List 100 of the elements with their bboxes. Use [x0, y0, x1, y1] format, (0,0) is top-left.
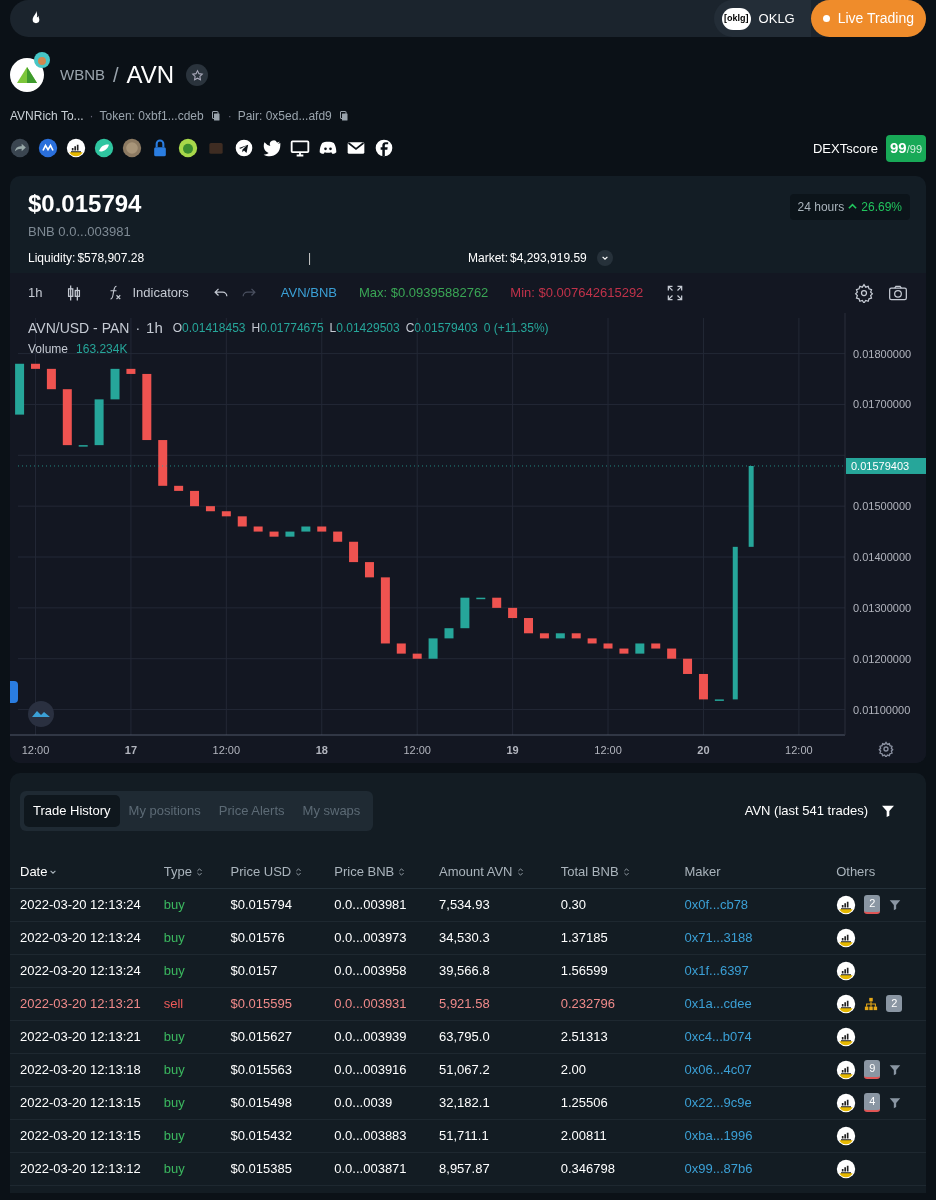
type-cell: buy [163, 1061, 185, 1077]
sort-descending-icon[interactable] [49, 868, 58, 876]
column-header[interactable]: Date [20, 862, 48, 882]
indicators-button[interactable]: Indicators [106, 283, 189, 303]
price-bnb: BNB 0.0...003981 [28, 222, 132, 241]
leaf-coin-icon[interactable] [94, 138, 114, 159]
total-cell: 2.51313 [560, 1028, 608, 1044]
chart-coin-icon [836, 1059, 857, 1080]
ohlc-change: 0 (+11.35%) [483, 320, 549, 338]
hierarchy-icon[interactable] [864, 996, 879, 1011]
amount-cell: 32,182.1 [439, 1094, 490, 1110]
column-header[interactable]: Price BNB [334, 862, 395, 882]
maker-link[interactable]: 0xc4...b074 [684, 1028, 752, 1044]
column-header[interactable]: Price USD [230, 862, 292, 882]
min-price: Min: $0.007642615292 [510, 284, 644, 303]
sort-icon[interactable] [622, 867, 630, 877]
price-bnb-cell: 0.0...003981 [334, 896, 407, 912]
total-cell: 2.00 [560, 1061, 587, 1077]
sort-icon[interactable] [398, 867, 406, 877]
price-usd: $0.015794 [28, 188, 142, 219]
candle [492, 597, 502, 608]
trade-row[interactable]: 2022-03-20 12:13:24 buy $0.01576 0.0...003973 34,530.3 1.37185 0x71...3188 [10, 921, 926, 955]
favorite-button[interactable] [186, 64, 209, 86]
trade-row[interactable]: 2022-03-20 12:13:15 buy $0.015432 0.0...003883 51,711.1 2.00811 0xba...1996 [10, 1119, 926, 1153]
trade-row[interactable]: 2022-03-20 12:13:21 sell $0.015595 0.0...003931 5,921.58 0.232796 0x1a...cdee 2 [10, 987, 926, 1021]
chart-interval: 1h [146, 318, 163, 338]
sort-icon[interactable] [295, 867, 303, 877]
maker-link[interactable]: 0x22...9c9e [684, 1094, 752, 1110]
token-name: AVNRich To... [10, 108, 84, 125]
candle [460, 597, 470, 629]
price-usd-cell: $0.015627 [230, 1028, 292, 1044]
maker-link[interactable]: 0x1a...cdee [684, 995, 752, 1011]
stone-coin-icon[interactable] [122, 138, 142, 159]
expand-button[interactable] [596, 250, 613, 266]
type-cell: buy [163, 1127, 185, 1143]
settings-icon[interactable] [878, 741, 894, 757]
column-header[interactable]: Type [163, 862, 192, 882]
candle [333, 531, 343, 542]
amount-cell: 7,534.93 [439, 896, 490, 912]
candle [683, 658, 693, 674]
monitor-icon[interactable] [290, 138, 310, 159]
date-cell: 2022-03-20 12:13:24 [20, 929, 141, 945]
pair-link[interactable]: AVN/BNB [280, 283, 337, 303]
maker-link[interactable]: 0x0f...cb78 [684, 896, 749, 912]
column-header[interactable]: Total BNB [560, 862, 619, 882]
chart-coin-icon [836, 1158, 857, 1179]
coin-icon[interactable] [38, 138, 58, 159]
column-header[interactable]: Amount AVN [439, 862, 513, 882]
chart-coin-icon [836, 1092, 857, 1113]
separator-dot: · [135, 318, 141, 338]
candle [269, 531, 279, 537]
trade-row[interactable]: 2022-03-20 12:13:24 buy $0.015794 0.0...003981 7,534.93 0.30 0x0f...cb78 2 [10, 888, 926, 922]
camera-icon[interactable] [888, 283, 908, 303]
candle [317, 526, 327, 532]
ohlc-value: 0.01774675 [260, 320, 324, 338]
chevron-down-icon [600, 254, 609, 262]
trade-row[interactable]: 2022-03-20 12:13:15 buy $0.015498 0.0...0039 32,182.1 1.25506 0x22...9c9e 4 [10, 1086, 926, 1120]
candle [539, 633, 549, 639]
share-icon[interactable] [10, 138, 30, 159]
candle [508, 607, 518, 619]
price-usd-cell: $0.015595 [230, 995, 292, 1011]
sort-icon[interactable] [516, 867, 524, 877]
maker-link[interactable]: 0x06...4c07 [684, 1061, 752, 1077]
amount-cell: 51,711.1 [439, 1127, 489, 1143]
type-cell: buy [163, 929, 185, 945]
candle [46, 368, 56, 390]
filter-icon[interactable] [888, 897, 903, 912]
type-cell: sell [163, 995, 184, 1011]
maker-link[interactable]: 0x1f...6397 [684, 962, 749, 978]
trade-row[interactable]: 2022-03-20 12:13:21 buy $0.015627 0.0...003939 63,795.0 2.51313 0xc4...b074 [10, 1020, 926, 1054]
trade-row[interactable]: 2022-03-20 12:13:18 buy $0.015563 0.0...003916 51,067.2 2.00 0x06...4c07 9 [10, 1053, 926, 1087]
date-cell: 2022-03-20 12:13:21 [20, 1028, 141, 1044]
price-usd-cell: $0.015794 [230, 896, 292, 912]
side-panel-handle[interactable] [10, 681, 18, 703]
interval-button[interactable]: 1h [28, 283, 43, 303]
chart-symbol: AVN/USD - PAN [28, 318, 130, 338]
chart-coin-icon[interactable] [66, 138, 86, 159]
candle [349, 541, 359, 563]
column-header[interactable]: Maker [684, 862, 721, 882]
sort-icon[interactable] [195, 867, 203, 877]
tab[interactable]: Trade History [24, 795, 120, 827]
column-header[interactable]: Others [836, 862, 876, 882]
settings-icon[interactable] [854, 283, 874, 303]
partner-button[interactable]: [oklg] OKLG [714, 0, 811, 37]
trade-row[interactable]: 2022-03-20 12:13:12 buy $0.015385 0.0...003871 8,957.87 0.346798 0x99...87b6 [10, 1152, 926, 1186]
maker-link[interactable]: 0xba...1996 [684, 1127, 753, 1143]
trades-summary: AVN (last 541 trades) [744, 802, 868, 820]
filter-icon[interactable] [888, 1095, 903, 1110]
telegram-icon[interactable] [234, 138, 254, 159]
copy-icon[interactable] [209, 110, 222, 122]
filter-icon[interactable] [888, 1062, 903, 1077]
facebook-icon[interactable] [374, 138, 394, 159]
trade-row[interactable]: 2022-03-20 12:13:24 buy $0.0157 0.0...003958 39,566.8 1.56599 0x1f...6397 [10, 954, 926, 988]
copy-icon[interactable] [337, 110, 350, 122]
maker-link[interactable]: 0x71...3188 [684, 929, 753, 945]
maker-link[interactable]: 0x99...87b6 [684, 1160, 753, 1176]
total-cell: 0.232796 [560, 995, 615, 1011]
candle [237, 516, 247, 527]
twitter-icon[interactable] [262, 138, 282, 159]
cloud-button[interactable] [28, 701, 54, 727]
